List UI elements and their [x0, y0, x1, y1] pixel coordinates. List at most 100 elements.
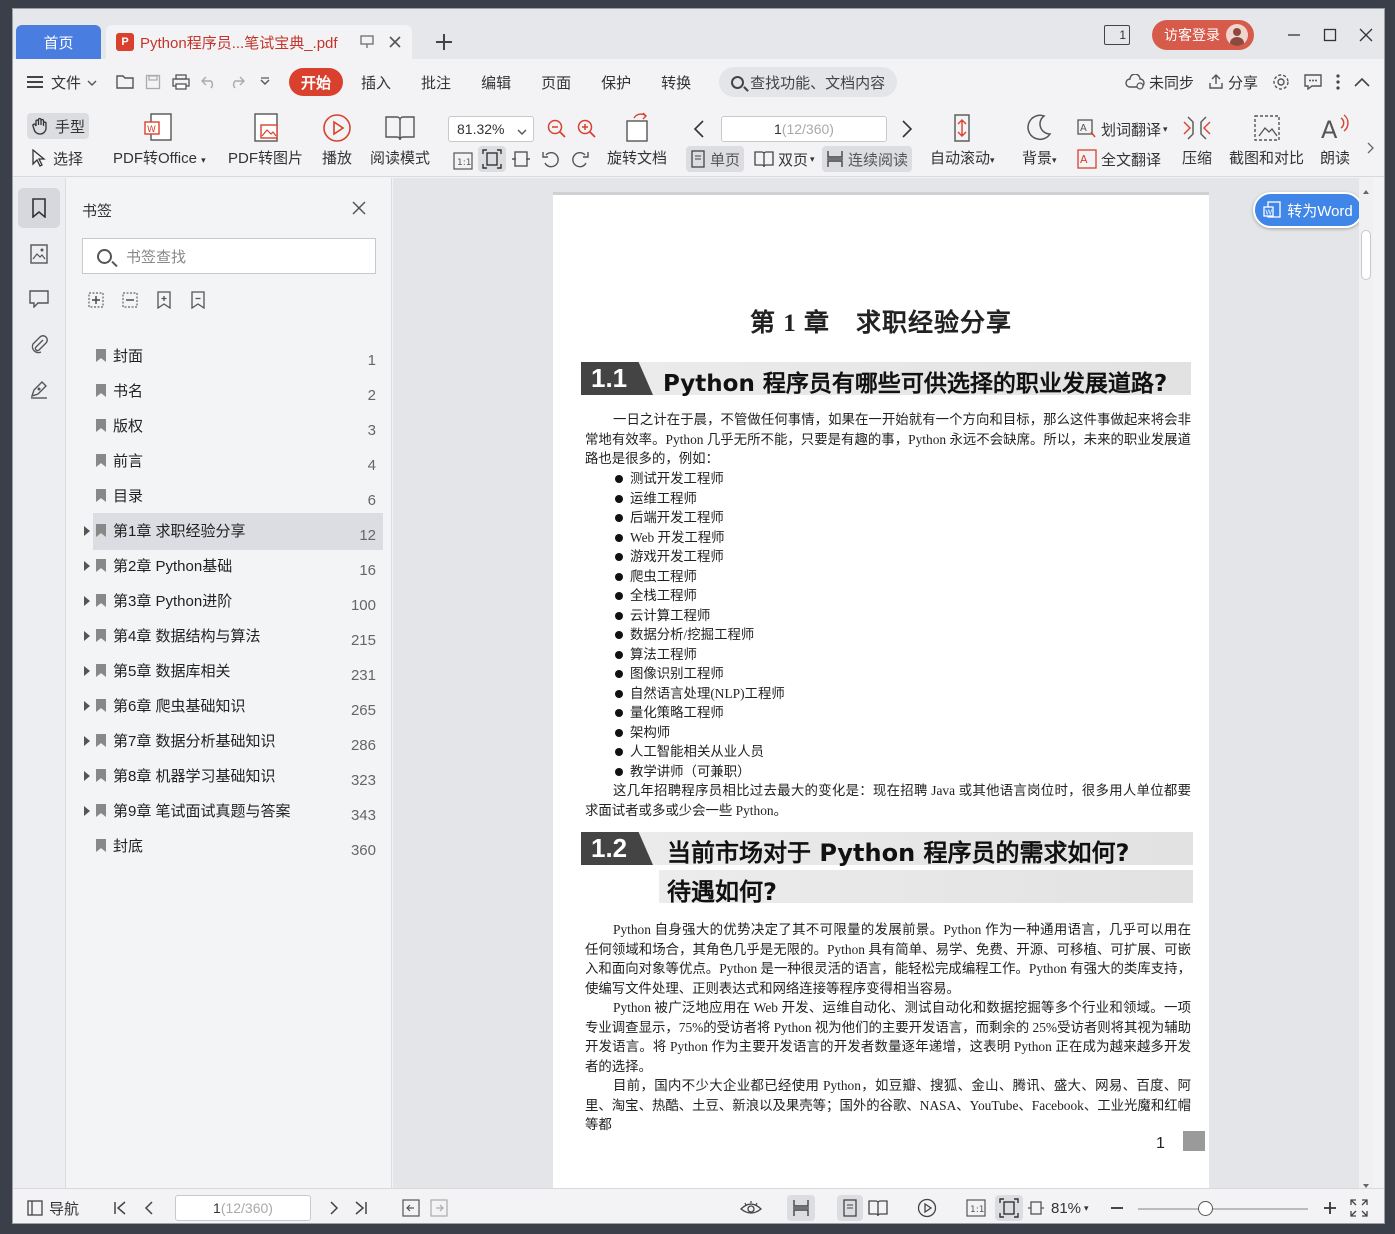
share-button[interactable]: 分享 [1208, 72, 1258, 93]
zoom-out-button[interactable] [1110, 1195, 1124, 1221]
previous-page-icon[interactable] [689, 116, 709, 142]
collapse-all-icon[interactable] [121, 291, 141, 311]
word-translate-button[interactable]: A 划词翻译 ▾ [1073, 116, 1172, 142]
tab-document[interactable]: P Python程序员...笔试宝典_.pdf [106, 25, 412, 59]
feature-search-input[interactable]: 查找功能、文档内容 [719, 67, 898, 97]
rotate-document-button[interactable]: 旋转文档 [607, 111, 667, 168]
open-file-icon[interactable] [111, 68, 139, 96]
bookmark-item[interactable]: 封面 1 [67, 338, 392, 373]
full-translate-button[interactable]: A 全文翻译 [1073, 146, 1165, 172]
settings-icon[interactable] [1272, 73, 1290, 91]
next-page-icon[interactable] [897, 116, 917, 142]
print-icon[interactable] [167, 68, 195, 96]
document-viewport[interactable]: 第 1 章 求职经验分享 1.1 Python 程序员有哪些可供选择的职业发展道… [393, 178, 1373, 1188]
first-page-icon[interactable] [113, 1195, 127, 1221]
zoom-slider-handle[interactable] [1198, 1201, 1213, 1216]
select-tool-button[interactable]: 选择 [27, 145, 87, 171]
actual-size-icon[interactable]: 1:1 [449, 148, 477, 174]
forward-view-icon[interactable] [430, 1195, 448, 1221]
tab-edit[interactable]: 编辑 [469, 68, 523, 96]
thumbnail-panel-icon[interactable] [18, 234, 60, 274]
fullscreen-icon[interactable] [1350, 1195, 1368, 1221]
single-page-button[interactable]: 单页 [686, 146, 745, 172]
read-mode-button[interactable]: 阅读模式 [370, 111, 430, 168]
last-page-icon[interactable] [354, 1195, 368, 1221]
scroll-up-icon[interactable] [1362, 182, 1370, 198]
bookmark-item[interactable]: 第7章 数据分析基础知识 286 [67, 723, 392, 758]
bookmark-panel-icon[interactable] [18, 188, 60, 228]
fit-width-icon[interactable] [507, 146, 535, 172]
close-panel-icon[interactable] [352, 198, 366, 221]
status-page-input[interactable]: 1 (12/360) [175, 1195, 311, 1221]
compress-button[interactable]: 压缩 [1182, 111, 1212, 168]
continuous-view-icon[interactable] [787, 1195, 815, 1221]
redo-icon[interactable] [223, 68, 251, 96]
play-icon[interactable] [917, 1195, 937, 1221]
tab-page[interactable]: 页面 [529, 68, 583, 96]
back-view-icon[interactable] [402, 1195, 420, 1221]
close-window-button[interactable] [1348, 20, 1384, 50]
expand-arrow-icon[interactable] [84, 595, 90, 606]
zoom-in-icon[interactable] [573, 116, 601, 142]
minimize-button[interactable] [1276, 20, 1312, 50]
bookmark-item[interactable]: 封底 360 [67, 828, 392, 863]
expand-arrow-icon[interactable] [84, 700, 90, 711]
convert-to-word-button[interactable]: W 转为Word [1253, 192, 1363, 228]
double-page-button[interactable]: 双页 ▾ [750, 146, 819, 172]
zoom-slider[interactable] [1138, 1208, 1308, 1210]
fit-page-icon[interactable] [995, 1195, 1023, 1221]
bookmark-item[interactable]: 第5章 数据库相关 231 [67, 653, 392, 688]
bookmark-item[interactable]: 第8章 机器学习基础知识 323 [67, 758, 392, 793]
single-page-view-icon[interactable] [837, 1195, 863, 1221]
eye-protection-icon[interactable] [740, 1195, 762, 1221]
rotate-right-icon[interactable] [566, 146, 594, 172]
attachment-panel-icon[interactable] [18, 324, 60, 364]
save-icon[interactable] [139, 68, 167, 96]
screenshot-compare-button[interactable]: 截图和对比 [1229, 111, 1304, 168]
page-number-input[interactable]: 1 (12/360) [721, 116, 887, 142]
play-button[interactable]: 播放 [321, 111, 353, 168]
feedback-icon[interactable] [1304, 74, 1322, 90]
bookmark-item[interactable]: 第6章 爬虫基础知识 265 [67, 688, 392, 723]
bookmark-item[interactable]: 第2章 Python基础 16 [67, 548, 392, 583]
expand-arrow-icon[interactable] [84, 735, 90, 746]
window-switch-icon[interactable]: 1 [1104, 25, 1130, 45]
bookmark-item[interactable]: 第9章 笔试面试真题与答案 343 [67, 793, 392, 828]
bookmark-item[interactable]: 目录 6 [67, 478, 392, 513]
bookmark-item[interactable]: 前言 4 [67, 443, 392, 478]
comment-panel-icon[interactable] [18, 279, 60, 319]
delete-bookmark-icon[interactable] [189, 291, 209, 311]
double-page-view-icon[interactable] [868, 1195, 888, 1221]
vertical-scrollbar[interactable] [1359, 178, 1373, 1188]
add-bookmark-icon[interactable] [155, 291, 175, 311]
bookmark-item[interactable]: 书名 2 [67, 373, 392, 408]
background-button[interactable]: 背景▾ [1022, 111, 1057, 168]
more-options-icon[interactable] [1336, 74, 1340, 90]
actual-size-icon[interactable]: 1:1 [966, 1195, 986, 1221]
pdf-to-office-button[interactable]: W PDF转Office ▾ [113, 111, 206, 168]
expand-all-icon[interactable] [87, 291, 107, 311]
tab-convert[interactable]: 转换 [649, 68, 703, 96]
expand-arrow-icon[interactable] [84, 560, 90, 571]
expand-arrow-icon[interactable] [84, 665, 90, 676]
guest-login-button[interactable]: 访客登录 [1152, 20, 1254, 50]
autoscroll-button[interactable]: 自动滚动▾ [930, 111, 995, 168]
ribbon-scroll-right-icon[interactable] [1366, 135, 1374, 161]
previous-page-icon[interactable] [144, 1195, 154, 1221]
fit-page-icon[interactable] [478, 146, 506, 172]
tab-protect[interactable]: 保护 [589, 68, 643, 96]
hand-tool-button[interactable]: 手型 [27, 113, 90, 139]
scrollbar-thumb[interactable] [1361, 230, 1371, 280]
signature-panel-icon[interactable] [18, 369, 60, 409]
collapse-ribbon-icon[interactable] [1354, 77, 1370, 87]
customize-toolbar-icon[interactable] [251, 68, 279, 96]
rotate-left-icon[interactable] [537, 146, 565, 172]
tab-start[interactable]: 开始 [289, 68, 344, 96]
new-tab-button[interactable] [431, 29, 457, 55]
sync-status-button[interactable]: 未同步 [1125, 72, 1194, 93]
read-aloud-button[interactable]: A 朗读 [1319, 111, 1351, 168]
tab-insert[interactable]: 插入 [349, 68, 403, 96]
next-page-icon[interactable] [329, 1195, 339, 1221]
tab-annotate[interactable]: 批注 [409, 68, 463, 96]
expand-arrow-icon[interactable] [84, 525, 90, 536]
